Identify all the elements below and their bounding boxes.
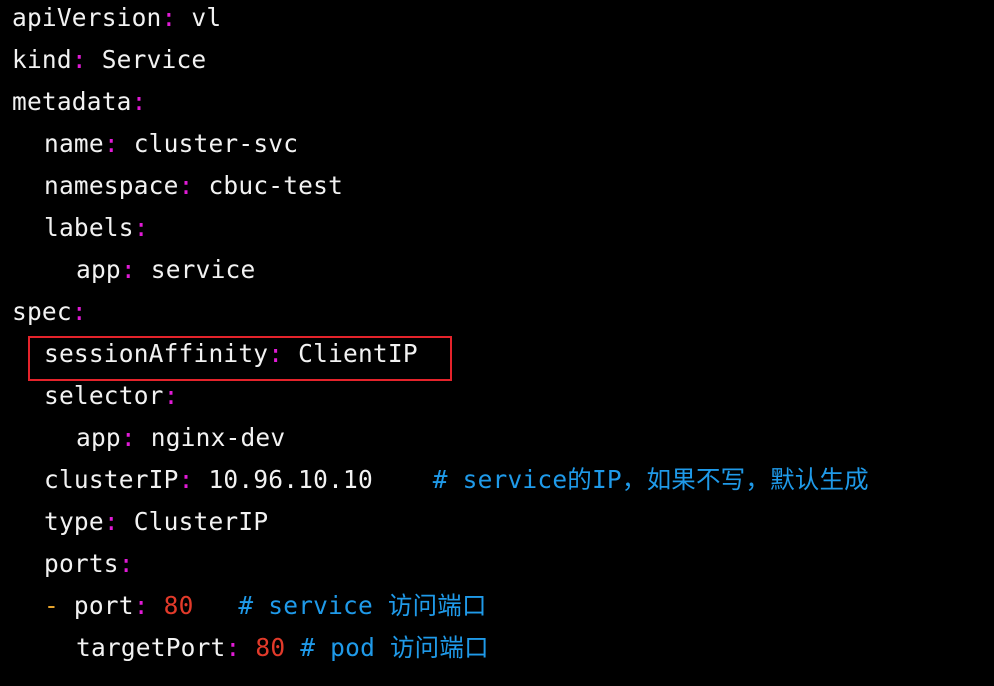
yaml-key: labels (44, 213, 134, 242)
yaml-key: metadata (12, 87, 132, 116)
yaml-key: type (44, 507, 104, 536)
yaml-colon: : (131, 87, 147, 116)
code-line-name: name: cluster-svc (44, 123, 298, 165)
yaml-colon: : (178, 465, 194, 494)
code-line-type: type: ClusterIP (44, 501, 268, 543)
yaml-list-dash: - (44, 591, 59, 620)
yaml-colon: : (118, 549, 134, 578)
yaml-number: 80 (255, 633, 286, 662)
yaml-key: namespace (44, 171, 179, 200)
yaml-key: targetPort (76, 633, 226, 662)
yaml-key: kind (12, 45, 72, 74)
yaml-colon: : (120, 423, 136, 452)
yaml-colon: : (71, 297, 87, 326)
code-line-cluster-ip: clusterIP: 10.96.10.10 # service的IP，如果不写… (44, 459, 869, 501)
code-line-apiversion: apiVersion: vl (12, 0, 221, 39)
yaml-comment: # service的IP，如果不写，默认生成 (432, 465, 869, 494)
yaml-colon: : (71, 45, 87, 74)
yaml-key: ports (44, 549, 119, 578)
yaml-value: Service (101, 45, 207, 74)
yaml-key: apiVersion (12, 3, 162, 32)
yaml-colon: : (161, 3, 177, 32)
yaml-colon: : (103, 129, 119, 158)
yaml-key: app (76, 423, 121, 452)
yaml-colon: : (225, 633, 241, 662)
yaml-key: clusterIP (44, 465, 179, 494)
yaml-value: service (150, 255, 256, 284)
yaml-comment: # service 访问端口 (238, 591, 487, 620)
yaml-key: port (73, 591, 134, 620)
yaml-value: 10.96.10.10 (208, 465, 373, 494)
code-line-kind: kind: Service (12, 39, 206, 81)
yaml-colon: : (178, 171, 194, 200)
yaml-comment: # pod 访问端口 (300, 633, 489, 662)
yaml-key: app (76, 255, 121, 284)
code-line-selector: selector: (44, 375, 179, 417)
code-line-spec: spec: (12, 291, 87, 333)
yaml-value: vl (191, 3, 222, 32)
yaml-key: spec (12, 297, 72, 326)
yaml-value: ClusterIP (133, 507, 269, 536)
yaml-number: 80 (163, 591, 194, 620)
yaml-key: selector (44, 381, 164, 410)
code-line-target-port: targetPort: 80 # pod 访问端口 (76, 627, 489, 669)
code-line-port: - port: 80 # service 访问端口 (44, 585, 487, 627)
yaml-colon: : (120, 255, 136, 284)
yaml-value: cluster-svc (133, 129, 299, 158)
code-line-metadata: metadata: (12, 81, 147, 123)
code-line-labels-app: app: service (76, 249, 255, 291)
yaml-key: name (44, 129, 104, 158)
yaml-colon: : (103, 507, 119, 536)
yaml-value: cbuc-test (208, 171, 344, 200)
yaml-colon: : (163, 381, 179, 410)
code-line-selector-app: app: nginx-dev (76, 417, 285, 459)
yaml-colon: : (133, 591, 149, 620)
code-line-labels: labels: (44, 207, 149, 249)
code-line-namespace: namespace: cbuc-test (44, 165, 343, 207)
yaml-colon: : (133, 213, 149, 242)
yaml-code-view: apiVersion: vl kind: Service metadata: n… (0, 0, 994, 686)
code-line-ports: ports: (44, 543, 134, 585)
yaml-value: nginx-dev (150, 423, 286, 452)
